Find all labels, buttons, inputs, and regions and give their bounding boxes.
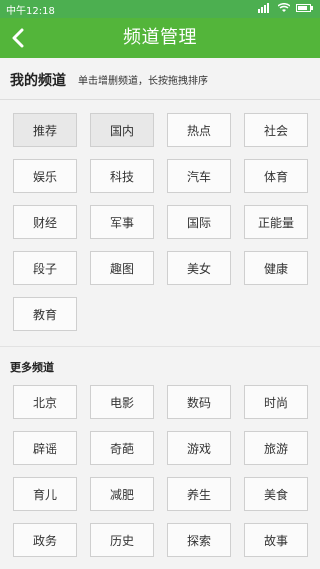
more-channel-chip[interactable]: 电影 <box>90 385 154 419</box>
my-channels-header: 我的频道 单击增删频道，长按拖拽排序 <box>0 58 320 100</box>
my-channel-chip[interactable]: 社会 <box>244 113 308 147</box>
my-channel-chip[interactable]: 体育 <box>244 159 308 193</box>
signal-icon <box>258 2 272 16</box>
more-channel-chip[interactable]: 游戏 <box>167 431 231 465</box>
more-channel-chip[interactable]: 辟谣 <box>13 431 77 465</box>
more-channel-chip[interactable]: 时尚 <box>244 385 308 419</box>
page-title: 频道管理 <box>123 27 197 48</box>
more-channel-chip[interactable]: 政务 <box>13 523 77 557</box>
more-channel-chip[interactable]: 探索 <box>167 523 231 557</box>
my-channels-hint: 单击增删频道，长按拖拽排序 <box>78 76 208 87</box>
wifi-icon <box>277 2 291 16</box>
more-channel-chip[interactable]: 育儿 <box>13 477 77 511</box>
my-channels-grid: 推荐 国内 热点 社会娱乐 科技 汽车 体育财经 军事 国际 正能量段子 趣图 美女 健康教育 <box>13 113 308 331</box>
my-channel-chip[interactable]: 汽车 <box>167 159 231 193</box>
more-channels-grid: 北京 电影 数码 时尚辟谣 奇葩 游戏 旅游育儿 减肥 养生 美食政务 历史 探索 故事 <box>13 385 308 557</box>
my-channel-chip[interactable]: 财经 <box>13 205 77 239</box>
my-channel-chip[interactable]: 趣图 <box>90 251 154 285</box>
my-channels-title: 我的频道 <box>10 73 66 89</box>
more-channel-chip[interactable]: 数码 <box>167 385 231 419</box>
more-channel-chip[interactable]: 减肥 <box>90 477 154 511</box>
my-channel-chip[interactable]: 科技 <box>90 159 154 193</box>
more-channel-chip[interactable]: 旅游 <box>244 431 308 465</box>
my-channel-chip[interactable]: 美女 <box>167 251 231 285</box>
my-channel-chip[interactable]: 推荐 <box>13 113 77 147</box>
app-bar: 频道管理 <box>0 18 320 58</box>
my-channel-chip[interactable]: 段子 <box>13 251 77 285</box>
my-channel-chip[interactable]: 国际 <box>167 205 231 239</box>
battery-icon <box>296 3 314 16</box>
more-channels-title: 更多频道 <box>10 361 54 374</box>
my-channel-chip[interactable]: 教育 <box>13 297 77 331</box>
status-time: 中午12:18 <box>6 5 55 17</box>
status-icons <box>258 2 314 16</box>
my-channel-chip[interactable]: 国内 <box>90 113 154 147</box>
my-channel-chip[interactable]: 军事 <box>90 205 154 239</box>
more-channel-chip[interactable]: 故事 <box>244 523 308 557</box>
my-channel-chip[interactable]: 娱乐 <box>13 159 77 193</box>
section-divider <box>0 346 320 347</box>
more-channel-chip[interactable]: 北京 <box>13 385 77 419</box>
more-channel-chip[interactable]: 美食 <box>244 477 308 511</box>
more-channel-chip[interactable]: 奇葩 <box>90 431 154 465</box>
my-channel-chip[interactable]: 热点 <box>167 113 231 147</box>
more-channel-chip[interactable]: 历史 <box>90 523 154 557</box>
my-channel-chip[interactable]: 正能量 <box>244 205 308 239</box>
more-channel-chip[interactable]: 养生 <box>167 477 231 511</box>
my-channel-chip[interactable]: 健康 <box>244 251 308 285</box>
status-bar: 中午12:18 <box>0 0 320 18</box>
